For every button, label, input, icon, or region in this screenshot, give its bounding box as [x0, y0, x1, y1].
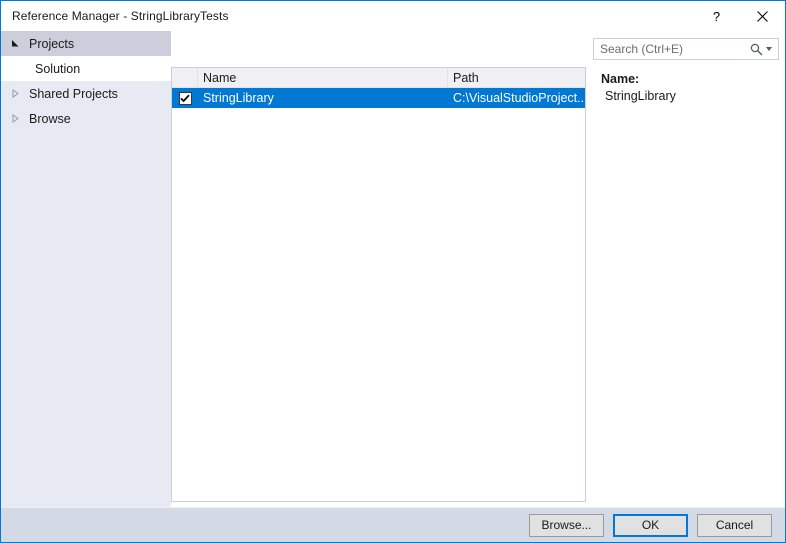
- ok-button[interactable]: OK: [613, 514, 688, 537]
- help-button[interactable]: ?: [694, 1, 739, 31]
- sidebar-item-solution[interactable]: Solution: [1, 56, 171, 81]
- list-header-row: Name Path: [172, 68, 585, 88]
- sidebar-item-shared-projects[interactable]: Shared Projects: [1, 81, 171, 106]
- collapsed-triangle-icon[interactable]: [11, 89, 27, 98]
- search-input[interactable]: [594, 42, 750, 56]
- search-icon[interactable]: [750, 43, 763, 56]
- expanded-triangle-icon[interactable]: [11, 39, 27, 48]
- reference-manager-dialog: Reference Manager - StringLibraryTests ?…: [0, 0, 786, 543]
- sidebar-item-label: Browse: [27, 112, 71, 126]
- sidebar-item-label: Projects: [27, 37, 74, 51]
- sidebar-item-label: Shared Projects: [27, 87, 118, 101]
- row-name: StringLibrary: [198, 91, 448, 105]
- column-header-check[interactable]: [172, 68, 198, 87]
- category-tree[interactable]: Projects Solution Shared Projects Browse: [1, 31, 171, 509]
- chevron-down-icon[interactable]: [766, 47, 772, 51]
- close-icon: [757, 11, 768, 22]
- sidebar-item-label: Solution: [33, 62, 80, 76]
- collapsed-triangle-icon[interactable]: [11, 114, 27, 123]
- search-box[interactable]: [593, 38, 779, 60]
- search-affordances[interactable]: [750, 43, 778, 56]
- browse-button[interactable]: Browse...: [529, 514, 604, 537]
- checkbox-checked-icon[interactable]: [179, 92, 192, 105]
- close-button[interactable]: [739, 1, 785, 31]
- question-mark-icon: ?: [713, 9, 720, 24]
- dialog-button-bar: Browse... OK Cancel: [1, 507, 785, 542]
- sidebar-item-projects[interactable]: Projects: [1, 31, 171, 56]
- details-name-value: StringLibrary: [601, 88, 779, 105]
- column-header-name[interactable]: Name: [198, 68, 448, 87]
- main-content: Name Path StringLibrary C:\VisualStudioP…: [171, 31, 785, 509]
- row-checkbox-cell[interactable]: [172, 92, 198, 105]
- details-panel: Name: StringLibrary: [591, 67, 779, 502]
- caption-buttons: ?: [694, 1, 785, 31]
- table-row[interactable]: StringLibrary C:\VisualStudioProject...: [172, 88, 585, 108]
- reference-list-panel: Name Path StringLibrary C:\VisualStudioP…: [171, 67, 586, 502]
- details-name-label: Name:: [601, 71, 779, 88]
- row-path: C:\VisualStudioProject...: [448, 91, 585, 105]
- window-title: Reference Manager - StringLibraryTests: [1, 9, 229, 23]
- sidebar-item-browse[interactable]: Browse: [1, 106, 171, 131]
- cancel-button[interactable]: Cancel: [697, 514, 772, 537]
- title-bar: Reference Manager - StringLibraryTests ?: [1, 1, 785, 31]
- column-header-path[interactable]: Path: [448, 68, 585, 87]
